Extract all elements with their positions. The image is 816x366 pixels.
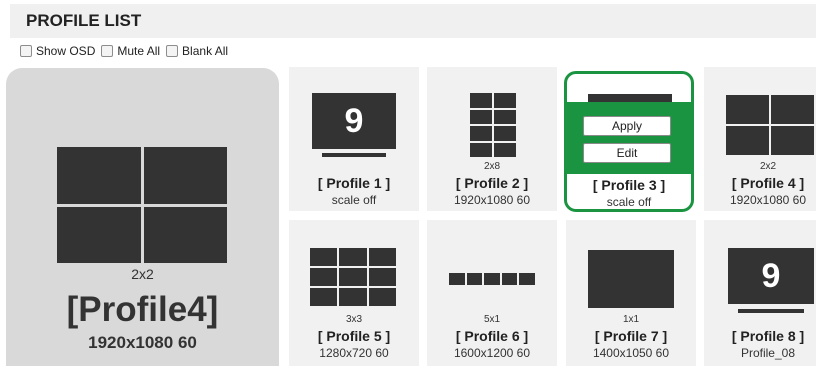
screen-number: 9	[761, 256, 781, 295]
show-osd-label: Show OSD	[36, 44, 96, 58]
profile-card-8[interactable]: 9 [ Profile 8 ] Profile_08	[704, 220, 816, 366]
edit-button[interactable]: Edit	[583, 143, 671, 163]
screen-cell	[470, 142, 492, 157]
preview-layout-2x2-icon	[57, 147, 227, 263]
layout-3x3-icon	[310, 248, 396, 306]
monitor-stand-icon	[322, 153, 386, 157]
profile-info: 1600x1200 60	[453, 346, 531, 360]
profile-info: scale off	[606, 195, 652, 209]
screen-cell	[339, 248, 367, 266]
layout-label: 1x1	[622, 314, 640, 325]
layout-1x1-icon	[588, 250, 674, 308]
blank-all-label: Blank All	[182, 44, 229, 58]
screen-cell	[470, 93, 492, 108]
screen-cell	[449, 273, 465, 285]
screen-cell	[519, 273, 535, 285]
profile-card-5[interactable]: 3x3 [ Profile 5 ] 1280x720 60	[289, 220, 419, 366]
show-osd-option[interactable]: Show OSD	[20, 44, 95, 58]
profile-name: [ Profile 6 ]	[455, 328, 529, 344]
monitor-icon: 9	[312, 93, 396, 149]
action-overlay	[567, 102, 691, 174]
layout-label: 2x2	[759, 161, 777, 172]
screen-cell	[368, 268, 396, 286]
screen-cell	[494, 126, 516, 141]
mute-all-label: Mute All	[117, 44, 161, 58]
profile-card-1[interactable]: 9 [ Profile 1 ] scale off	[289, 67, 419, 211]
preview-layout-label: 2x2	[131, 266, 154, 282]
profile-card-2[interactable]: 2x8 [ Profile 2 ] 1920x1080 60	[427, 67, 557, 211]
options-bar: Show OSD Mute All Blank All	[20, 44, 234, 58]
apply-button[interactable]: Apply	[583, 116, 671, 136]
mute-all-option[interactable]: Mute All	[101, 44, 160, 58]
profile-name: [ Profile 5 ]	[317, 328, 391, 344]
page-title: PROFILE LIST	[26, 11, 142, 30]
profile-info: 1920x1080 60	[453, 193, 531, 207]
screen-cell	[470, 126, 492, 141]
screen-cell	[726, 95, 769, 124]
screen-cell	[310, 268, 338, 286]
screen-cell	[310, 248, 338, 266]
screen-cell	[771, 126, 814, 155]
screen-cell	[494, 142, 516, 157]
screen-cell	[494, 109, 516, 124]
profile-name: [ Profile 3 ]	[592, 177, 666, 193]
screen-cell	[339, 288, 367, 306]
blank-all-option[interactable]: Blank All	[166, 44, 228, 58]
layout-label: 2x8	[483, 161, 501, 172]
screen-cell	[368, 288, 396, 306]
screen-cell	[501, 273, 518, 285]
screen-cell	[484, 273, 500, 285]
mute-all-checkbox[interactable]	[101, 45, 114, 57]
show-osd-checkbox[interactable]	[20, 45, 32, 57]
profile-card-7[interactable]: 1x1 [ Profile 7 ] 1400x1050 60	[566, 220, 696, 366]
profile-name: [ Profile 8 ]	[731, 328, 805, 344]
profile-info: 1920x1080 60	[729, 193, 807, 207]
header-bar: PROFILE LIST	[10, 4, 816, 38]
screen-cell	[494, 93, 516, 108]
preview-profile-name: [Profile4]	[66, 290, 219, 329]
profile-card-4[interactable]: 2x2 [ Profile 4 ] 1920x1080 60	[704, 67, 816, 211]
screen-cell	[771, 95, 814, 124]
layout-2x8-icon	[470, 93, 516, 157]
monitor-icon	[588, 94, 672, 102]
profile-card-3-selected[interactable]: Apply Edit [ Profile 3 ] scale off	[564, 71, 694, 212]
screen-cell	[368, 248, 396, 266]
screen-cell	[470, 109, 492, 124]
layout-5x1-icon	[449, 273, 535, 285]
layout-label: 3x3	[345, 314, 363, 325]
profile-name: [ Profile 4 ]	[731, 175, 805, 191]
preview-screen-cell	[143, 147, 227, 204]
monitor-icon: 9	[728, 248, 814, 304]
layout-label: 5x1	[483, 314, 501, 325]
screen-cell	[339, 268, 367, 286]
profile-name: [ Profile 1 ]	[317, 175, 391, 191]
profile-name: [ Profile 2 ]	[455, 175, 529, 191]
preview-resolution: 1920x1080 60	[88, 333, 197, 352]
profile-info: 1400x1050 60	[592, 346, 670, 360]
profile-preview-panel: 2x2 [Profile4] 1920x1080 60	[6, 68, 279, 366]
monitor-stand-icon	[738, 309, 804, 313]
profile-info: scale off	[331, 193, 377, 207]
blank-all-checkbox[interactable]	[166, 45, 179, 57]
layout-2x2-icon	[726, 95, 814, 155]
screen-cell	[726, 126, 769, 155]
profile-card-6[interactable]: 5x1 [ Profile 6 ] 1600x1200 60	[427, 220, 557, 366]
profile-info: 1280x720 60	[319, 346, 389, 360]
screen-cell	[466, 273, 483, 285]
profile-info: Profile_08	[740, 346, 796, 360]
screen-cell	[310, 288, 338, 306]
screen-number: 9	[344, 101, 364, 140]
preview-screen-cell	[57, 206, 141, 263]
profile-name: [ Profile 7 ]	[594, 328, 668, 344]
preview-screen-cell	[143, 206, 227, 263]
preview-screen-cell	[57, 147, 141, 204]
